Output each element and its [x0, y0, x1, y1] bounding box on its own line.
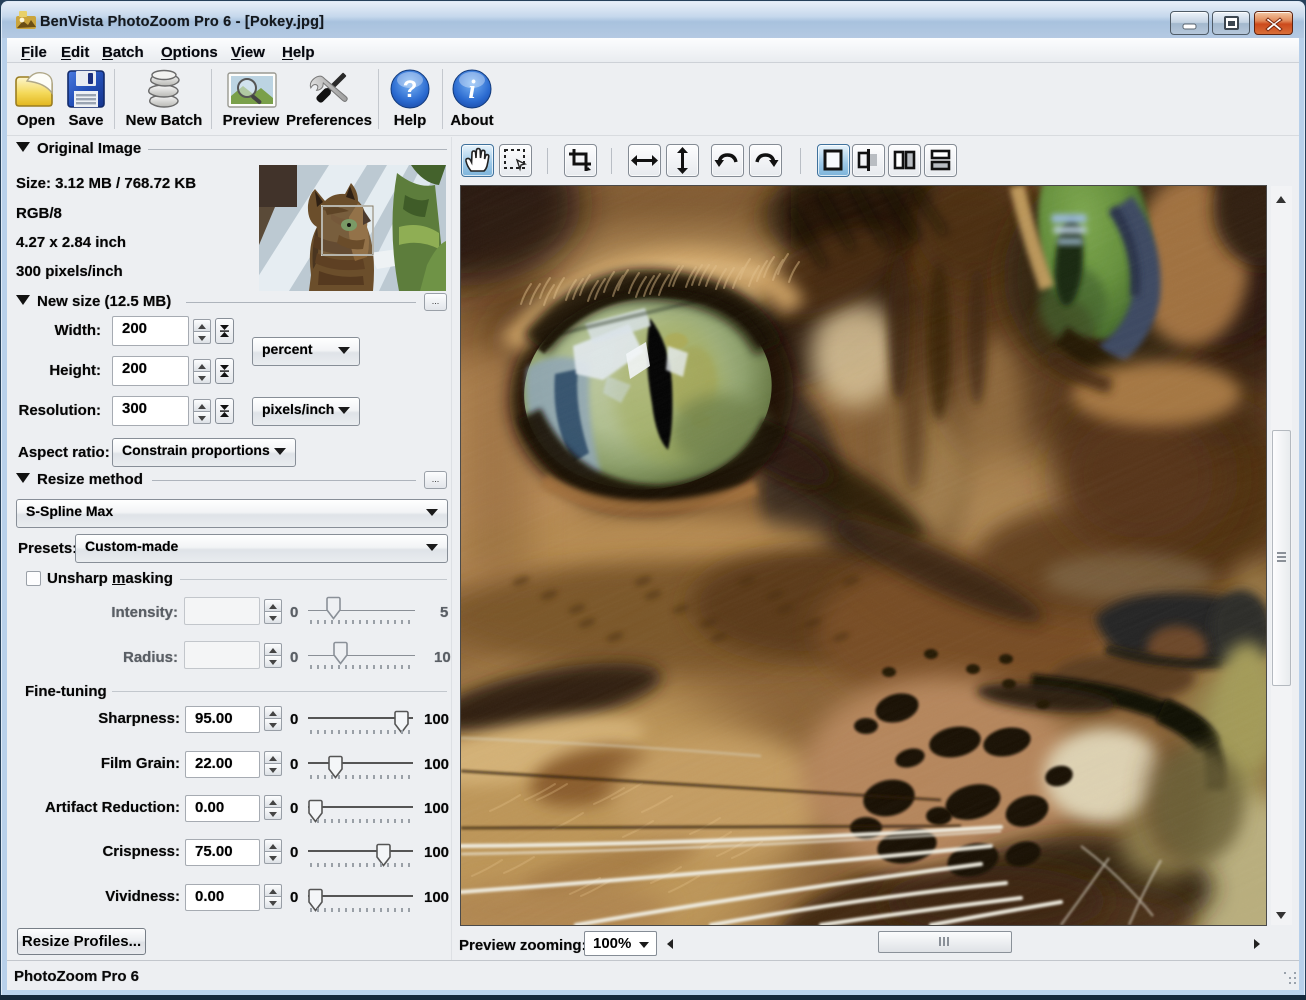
svg-text:i: i: [468, 75, 476, 104]
svg-text:?: ?: [403, 76, 418, 103]
